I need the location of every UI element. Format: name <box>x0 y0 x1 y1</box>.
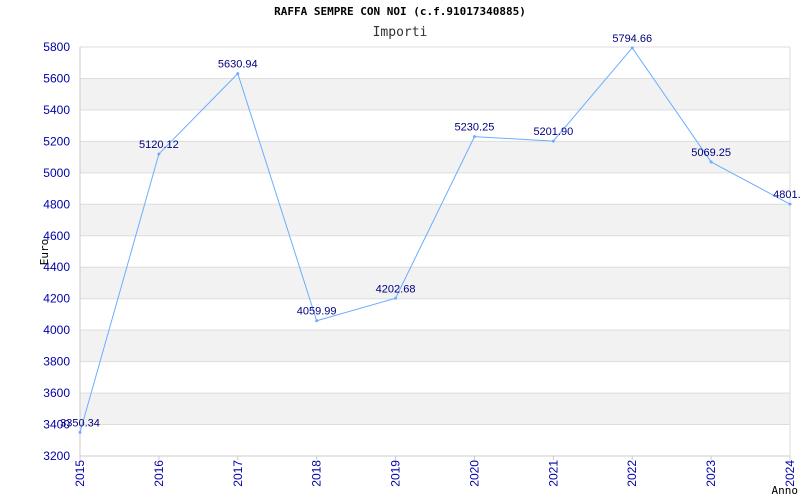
y-tick-label: 3800 <box>43 355 70 369</box>
x-tick-label: 2022 <box>625 460 639 487</box>
grid-band <box>80 330 790 362</box>
y-axis-label: Euro <box>38 239 51 266</box>
x-tick-label: 2019 <box>389 460 403 487</box>
data-label: 5230.25 <box>455 122 495 134</box>
y-tick-label: 3600 <box>43 386 70 400</box>
data-point <box>551 139 555 143</box>
y-tick-label: 5600 <box>43 71 70 85</box>
data-label: 5794.66 <box>612 33 652 45</box>
data-point <box>709 160 713 164</box>
data-point <box>315 319 319 323</box>
x-tick-label: 2015 <box>73 460 87 487</box>
data-label: 4059.99 <box>297 306 337 318</box>
y-tick-label: 4800 <box>43 197 70 211</box>
grid-bands <box>80 78 790 425</box>
y-tick-label: 5800 <box>43 40 70 54</box>
x-tick-label: 2021 <box>546 460 560 487</box>
y-tick-label: 5400 <box>43 103 70 117</box>
x-tick-label: 2023 <box>704 460 718 487</box>
x-tick-labels: 2015 2016 2017 2018 2019 2020 2021 2022 2023 2024 <box>73 460 797 487</box>
data-point <box>78 430 82 434</box>
data-label: 5630.94 <box>218 59 258 71</box>
y-tick-label: 4000 <box>43 323 70 337</box>
x-tick-label: 2017 <box>231 460 245 487</box>
data-point <box>157 152 161 156</box>
data-point <box>472 135 476 139</box>
data-point <box>236 72 240 76</box>
y-tick-label: 5000 <box>43 166 70 180</box>
grid-band <box>80 204 790 236</box>
data-label: 5201.90 <box>533 126 573 138</box>
line-chart: 3200340036003800400042004400460048005000… <box>38 33 800 497</box>
y-tick-label: 3200 <box>43 449 70 463</box>
grid-band <box>80 78 790 110</box>
y-tick-label: 5200 <box>43 134 70 148</box>
chart-page: RAFFA SEMPRE CON NOI (c.f.91017340885) I… <box>0 0 800 500</box>
x-tick-label: 2020 <box>467 460 481 487</box>
x-tick-label: 2016 <box>152 460 166 487</box>
data-label: 4801.0 <box>773 189 800 201</box>
grid-band <box>80 141 790 173</box>
data-label: 5069.25 <box>691 147 731 159</box>
data-point <box>788 202 792 206</box>
data-point <box>630 46 634 50</box>
grid-band <box>80 267 790 299</box>
y-tick-label: 4200 <box>43 292 70 306</box>
x-tick-label: 2024 <box>783 460 797 487</box>
data-label: 5120.12 <box>139 139 179 151</box>
x-axis-label: Anno <box>772 484 799 497</box>
data-point <box>394 296 398 300</box>
x-tick-label: 2018 <box>310 460 324 487</box>
data-label: 4202.68 <box>376 283 416 295</box>
data-label: 3350.34 <box>60 417 100 429</box>
grid-band <box>80 393 790 425</box>
